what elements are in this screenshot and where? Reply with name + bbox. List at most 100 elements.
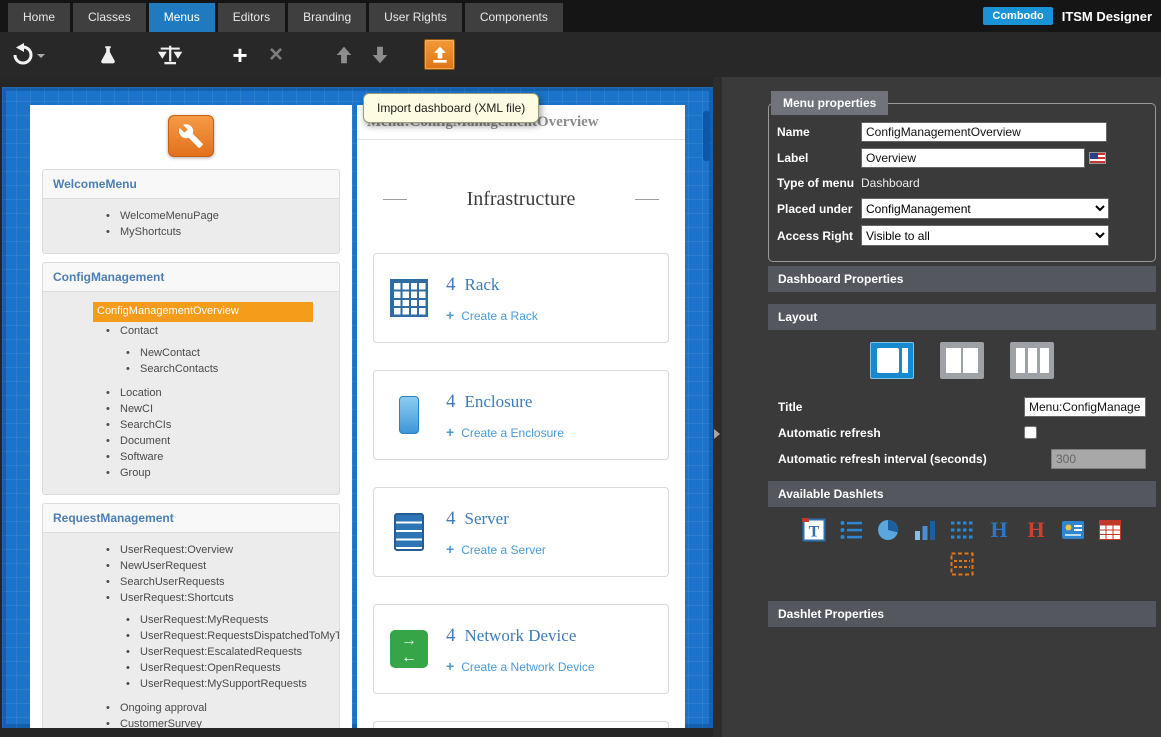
compare-scales-icon [157, 43, 183, 67]
create-object-link[interactable]: Create a Server [446, 541, 546, 557]
nav-tabs: HomeClassesMenusEditorsBrandingUser Righ… [0, 3, 563, 32]
move-up-button[interactable] [326, 37, 362, 73]
grouped-list-dashlet-icon[interactable] [949, 517, 975, 543]
section-available-dashlets: Available Dashlets [768, 481, 1156, 507]
dashlet-cards: 4Rack Create a Rack 4Enclosure Create a … [357, 253, 685, 728]
test-button[interactable] [90, 37, 126, 73]
add-button[interactable] [222, 37, 258, 73]
tree-item[interactable]: NewUserRequest [43, 559, 339, 574]
tree-item[interactable]: MyShortcuts [43, 225, 339, 240]
calendar-dashlet-icon[interactable] [1097, 517, 1123, 543]
tree-item[interactable]: UserRequest:Overview [43, 543, 339, 558]
delete-button[interactable] [258, 37, 294, 73]
nav-tab[interactable]: Editors [218, 3, 285, 32]
dashlet-properties-empty [768, 627, 1156, 667]
placed-under-select[interactable]: ConfigManagement [861, 198, 1109, 219]
tree-item[interactable]: Document [43, 434, 339, 449]
tree-item[interactable]: SearchContacts [43, 362, 339, 377]
tree-item[interactable]: UserRequest:MyRequests [43, 613, 339, 628]
header-static-dashlet-icon[interactable]: H [986, 517, 1012, 543]
menu-properties-title: Menu properties [771, 91, 888, 115]
canvas-scrollbar-thumb[interactable] [703, 111, 710, 161]
tree-section: WelcomeMenu WelcomeMenuPageMyShortcuts [42, 169, 340, 254]
panel-splitter[interactable] [713, 77, 722, 737]
create-object-link[interactable]: Create a Rack [446, 307, 538, 323]
tree-section-title[interactable]: WelcomeMenu [43, 170, 339, 199]
tree-item[interactable]: CustomerSurvey [43, 717, 339, 728]
combodo-badge[interactable]: Combodo [983, 7, 1052, 25]
move-down-icon [369, 44, 391, 66]
placed-under-label: Placed under [777, 202, 861, 216]
dashboard-title-input[interactable] [1024, 397, 1146, 417]
header-dynamic-dashlet-icon[interactable]: H [1023, 517, 1049, 543]
name-input[interactable] [861, 122, 1107, 142]
tree-item[interactable]: SearchUserRequests [43, 575, 339, 590]
nav-tab[interactable]: Home [8, 3, 70, 32]
object-class-label: Enclosure [465, 392, 533, 411]
layout-two-columns-icon[interactable] [940, 342, 984, 379]
section-dashlet-properties: Dashlet Properties [768, 601, 1156, 627]
move-down-button[interactable] [362, 37, 398, 73]
tree-section-title[interactable]: RequestManagement [43, 504, 339, 533]
bar-chart-dashlet-icon[interactable] [912, 517, 938, 543]
tree-section-title[interactable]: ConfigManagement [43, 263, 339, 292]
title-label: Title [778, 400, 802, 414]
pie-chart-dashlet-icon[interactable] [875, 517, 901, 543]
language-flag-icon[interactable] [1089, 152, 1106, 164]
compare-button[interactable] [152, 37, 188, 73]
auto-refresh-label: Automatic refresh [778, 426, 881, 440]
auto-refresh-checkbox[interactable] [1024, 426, 1037, 439]
tree-item[interactable]: ConfigManagementOverview [93, 302, 313, 322]
object-list-dashlet-icon[interactable] [838, 517, 864, 543]
nav-tab[interactable]: Branding [288, 3, 366, 32]
tree-item[interactable]: UserRequest:Shortcuts [43, 591, 339, 606]
tree-section: ConfigManagement ConfigManagementOvervie… [42, 262, 340, 495]
move-up-icon [333, 44, 355, 66]
label-row: Label [769, 145, 1155, 171]
import-dashboard-button[interactable] [424, 39, 455, 70]
nav-tab[interactable]: Classes [73, 3, 146, 32]
app-logo-icon [168, 115, 214, 157]
refresh-interval-input [1051, 449, 1146, 469]
access-right-select[interactable]: Visible to all [861, 225, 1109, 246]
tree-item[interactable]: Location [43, 386, 339, 401]
tree-item[interactable]: SearchCIs [43, 418, 339, 433]
nav-tab[interactable]: Menus [149, 3, 215, 32]
undo-dropdown-caret-icon[interactable] [37, 54, 45, 62]
summary-card: 4Network Device Create a Network Device [373, 604, 669, 694]
label-input[interactable] [861, 148, 1085, 168]
tree-item[interactable]: WelcomeMenuPage [43, 209, 339, 224]
section-layout: Layout [768, 304, 1156, 330]
grouped-table-dashlet-icon[interactable] [949, 551, 975, 577]
badge-dashlet-icon[interactable] [1060, 517, 1086, 543]
object-class-label: Server [465, 509, 509, 528]
svg-text:T: T [809, 524, 820, 541]
divider [357, 139, 685, 140]
tree-item[interactable]: UserRequest:EscalatedRequests [43, 645, 339, 660]
tree-section: RequestManagement UserRequest:OverviewNe… [42, 503, 340, 728]
tree-item[interactable]: Contact [43, 324, 339, 339]
tree-item[interactable]: Group [43, 466, 339, 481]
layout-three-columns-icon[interactable] [1010, 342, 1054, 379]
tree-item[interactable]: UserRequest:MySupportRequests [43, 677, 339, 692]
tree-item[interactable]: Ongoing approval [43, 701, 339, 716]
object-count: 4 [446, 625, 456, 646]
layout-one-column-icon[interactable] [870, 342, 914, 379]
create-object-link[interactable]: Create a Network Device [446, 658, 595, 674]
tree-item[interactable]: UserRequest:RequestsDispatchedToMyTeams [43, 629, 339, 644]
tree-item[interactable]: Software [43, 450, 339, 465]
menu-tree-panel: WelcomeMenu WelcomeMenuPageMyShortcuts C… [30, 105, 352, 728]
tree-item[interactable]: NewCI [43, 402, 339, 417]
create-object-link[interactable]: Create a Enclosure [446, 424, 564, 440]
layout-options [768, 330, 1156, 391]
tree-item[interactable]: UserRequest:OpenRequests [43, 661, 339, 676]
import-tooltip: Import dashboard (XML file) [363, 93, 539, 123]
placed-under-row: Placed under ConfigManagement [769, 195, 1155, 222]
nav-tab[interactable]: User Rights [369, 3, 462, 32]
tree-item[interactable]: NewContact [43, 346, 339, 361]
server-icon [394, 513, 424, 551]
undo-button[interactable] [10, 37, 46, 73]
nav-tab[interactable]: Components [465, 3, 563, 32]
text-dashlet-icon[interactable]: T [801, 517, 827, 543]
dashlet-palette: T [768, 507, 1156, 589]
